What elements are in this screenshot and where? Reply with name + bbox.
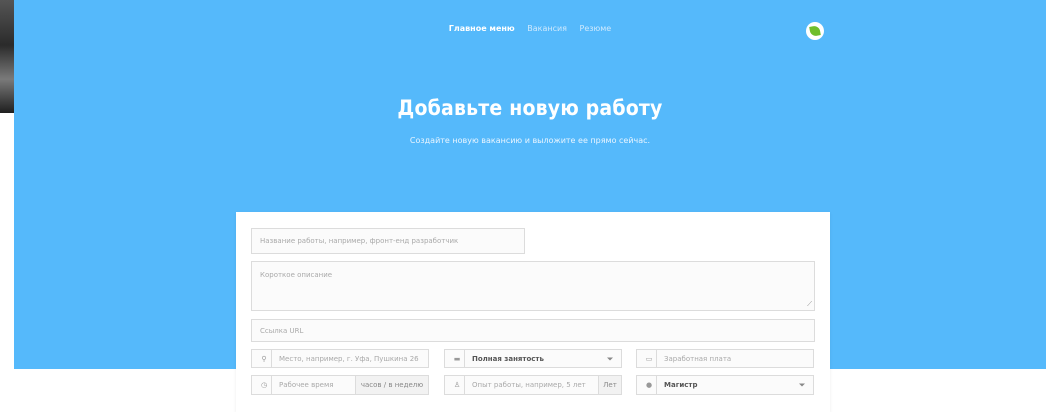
user-icon: ♙	[453, 381, 461, 389]
divider	[656, 376, 657, 394]
divider	[271, 350, 272, 367]
divider	[464, 376, 465, 394]
resize-handle-icon[interactable]: ⟋	[807, 301, 812, 308]
short-description-placeholder: Короткое описание	[260, 271, 333, 279]
map-marker-icon: ⚲	[261, 354, 267, 363]
divider	[464, 350, 465, 367]
job-title-input[interactable]: Название работы, например, фронт-енд раз…	[251, 228, 525, 254]
job-form-card: Название работы, например, фронт-енд раз…	[236, 212, 830, 412]
graduation-icon: ●	[645, 381, 653, 389]
short-description-textarea[interactable]: Короткое описание ⟋	[251, 261, 815, 311]
experience-placeholder: Опыт работы, например, 5 лет	[472, 381, 586, 389]
employment-type-value: Полная занятость	[472, 354, 544, 363]
briefcase-icon: ▬	[453, 354, 461, 363]
money-icon: ▭	[645, 354, 653, 363]
clock-icon: ◷	[260, 381, 268, 389]
nav-item-main-menu[interactable]: Главное меню	[449, 24, 515, 33]
chevron-down-icon	[799, 383, 805, 387]
page: Главное меню Вакансия Резюме Добавьте но…	[0, 0, 1046, 412]
employment-type-select[interactable]: ▬ Полная занятость	[444, 349, 622, 368]
nav-item-resume[interactable]: Резюме	[580, 24, 612, 33]
job-title-placeholder: Название работы, например, фронт-енд раз…	[260, 237, 459, 245]
experience-unit: Лет	[598, 376, 621, 394]
page-subtitle: Создайте новую вакансию и выложите ее пр…	[409, 136, 651, 145]
chevron-down-icon	[607, 357, 613, 360]
divider	[656, 350, 657, 367]
experience-input[interactable]: ♙ Опыт работы, например, 5 лет Лет	[444, 375, 622, 395]
location-input[interactable]: ⚲ Место, например, г. Уфа, Пушкина 26	[251, 349, 429, 368]
degree-value: Магистр	[664, 381, 698, 389]
nav-item-vacancy[interactable]: Вакансия	[527, 24, 567, 33]
working-time-unit: часов / в неделю	[355, 376, 428, 394]
divider	[271, 376, 272, 394]
degree-select[interactable]: ● Магистр	[636, 375, 814, 395]
location-placeholder: Место, например, г. Уфа, Пушкина 26	[279, 354, 419, 363]
working-time-placeholder: Рабочее время	[279, 381, 334, 389]
url-placeholder: Ссылка URL	[260, 326, 304, 335]
main-nav: Главное меню Вакансия Резюме	[14, 24, 1046, 33]
background-photo-strip	[0, 0, 14, 113]
leaf-icon	[809, 25, 821, 37]
url-input[interactable]: Ссылка URL	[251, 319, 815, 342]
salary-input[interactable]: ▭ Заработная плата	[636, 349, 814, 368]
page-title: Добавьте новую работу	[397, 96, 663, 120]
salary-placeholder: Заработная плата	[664, 354, 732, 363]
working-time-input[interactable]: ◷ Рабочее время часов / в неделю	[251, 375, 429, 395]
logo[interactable]	[806, 22, 824, 40]
